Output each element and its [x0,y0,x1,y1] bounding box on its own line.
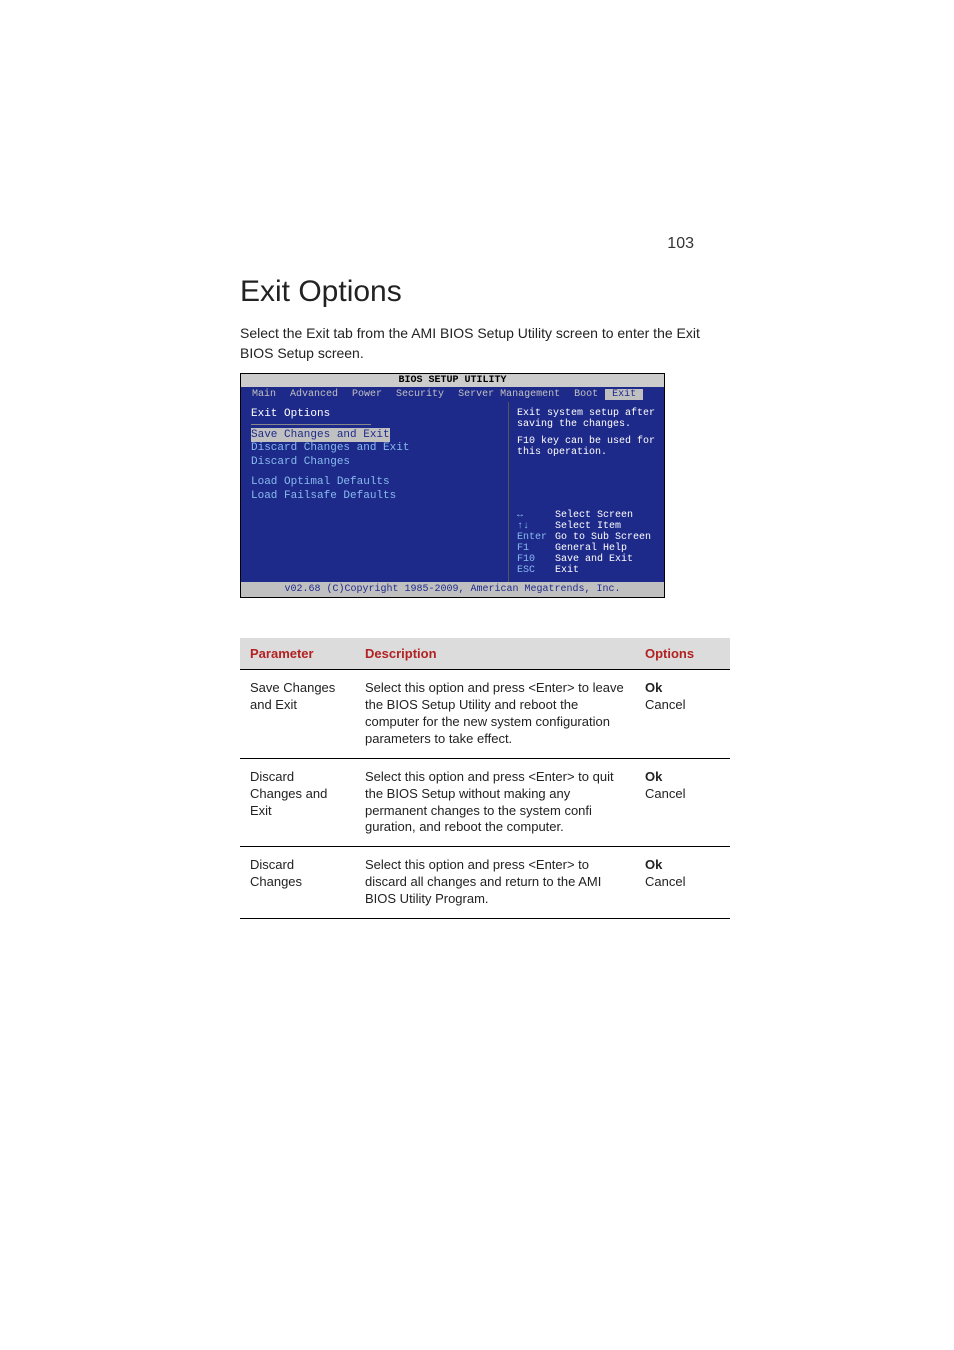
option-bold: Ok [645,680,662,695]
bios-left-panel: Exit Options Save Changes and Exit Disca… [241,402,509,582]
divider [251,424,371,425]
table-header-parameter: Parameter [240,638,355,670]
bios-key-row: ↑↓Select Item [517,521,656,532]
page-title: Exit Options [240,275,730,309]
option-bold: Ok [645,769,662,784]
bios-item-load-failsafe: Load Failsafe Defaults [251,489,498,503]
bios-key-label: Select Screen [555,510,633,521]
bios-key-row: ↔Select Screen [517,510,656,521]
cell-parameter: Discard Changes [240,847,355,919]
option: Cancel [645,697,685,712]
cell-parameter: Discard Changes and Exit [240,758,355,847]
bios-key-label: Exit [555,565,579,576]
bios-key-label: Go to Sub Screen [555,532,651,543]
option: Cancel [645,874,685,889]
bios-item-discard: Discard Changes [251,455,498,469]
bios-key-key: ESC [517,565,555,576]
cell-parameter: Save Changes and Exit [240,670,355,759]
page-content: Exit Options Select the Exit tab from th… [240,275,730,919]
cell-options: Ok Cancel [635,758,730,847]
cell-description: Select this option and press <Enter> to … [355,847,635,919]
bios-item-save-exit: Save Changes and Exit [251,429,498,441]
cell-options: Ok Cancel [635,670,730,759]
parameter-table: Parameter Description Options Save Chang… [240,638,730,919]
cell-description: Select this option and press <Enter> to … [355,670,635,759]
page-number: 103 [667,235,694,253]
bios-key-key: F1 [517,543,555,554]
option-bold: Ok [645,857,662,872]
bios-key-row: F10Save and Exit [517,554,656,565]
bios-key-key: ↑↓ [517,521,555,532]
bios-key-label: General Help [555,543,627,554]
table-row: Save Changes and Exit Select this option… [240,670,730,759]
table-header-description: Description [355,638,635,670]
table-row: Discard Changes and Exit Select this opt… [240,758,730,847]
bios-footer: v02.68 (C)Copyright 1985-2009, American … [241,582,664,597]
cell-description: Select this option and press <Enter> to … [355,758,635,847]
bios-key-row: EnterGo to Sub Screen [517,532,656,543]
bios-key-row: ESCExit [517,565,656,576]
bios-item-discard-exit: Discard Changes and Exit [251,441,498,455]
cell-options: Ok Cancel [635,847,730,919]
bios-tab-exit: Exit [605,389,643,400]
bios-window-title: BIOS SETUP UTILITY [241,374,664,387]
bios-help-line2: F10 key can be used for this operation. [517,436,656,458]
bios-tab-security: Security [389,389,451,400]
bios-key-legend: ↔Select Screen ↑↓Select Item EnterGo to … [517,510,656,576]
bios-help-line1: Exit system setup after saving the chang… [517,408,656,430]
option: Cancel [645,786,685,801]
bios-tab-boot: Boot [567,389,605,400]
bios-key-key: ↔ [517,510,555,521]
bios-right-panel: Exit system setup after saving the chang… [509,402,664,582]
bios-tab-advanced: Advanced [283,389,345,400]
bios-key-key: Enter [517,532,555,543]
bios-tab-main: Main [245,389,283,400]
bios-key-label: Select Item [555,521,621,532]
bios-key-key: F10 [517,554,555,565]
bios-item-load-optimal: Load Optimal Defaults [251,475,498,489]
bios-key-row: F1General Help [517,543,656,554]
bios-screenshot: BIOS SETUP UTILITY Main Advanced Power S… [240,373,665,598]
table-row: Discard Changes Select this option and p… [240,847,730,919]
bios-tab-server-management: Server Management [451,389,567,400]
table-header-row: Parameter Description Options [240,638,730,670]
bios-tab-bar: Main Advanced Power Security Server Mana… [241,387,664,402]
intro-paragraph: Select the Exit tab from the AMI BIOS Se… [240,324,730,363]
bios-left-header: Exit Options [251,408,498,420]
bios-tab-power: Power [345,389,389,400]
bios-help-text: Exit system setup after saving the chang… [517,408,656,490]
table-header-options: Options [635,638,730,670]
bios-key-label: Save and Exit [555,554,633,565]
bios-body: Exit Options Save Changes and Exit Disca… [241,402,664,582]
